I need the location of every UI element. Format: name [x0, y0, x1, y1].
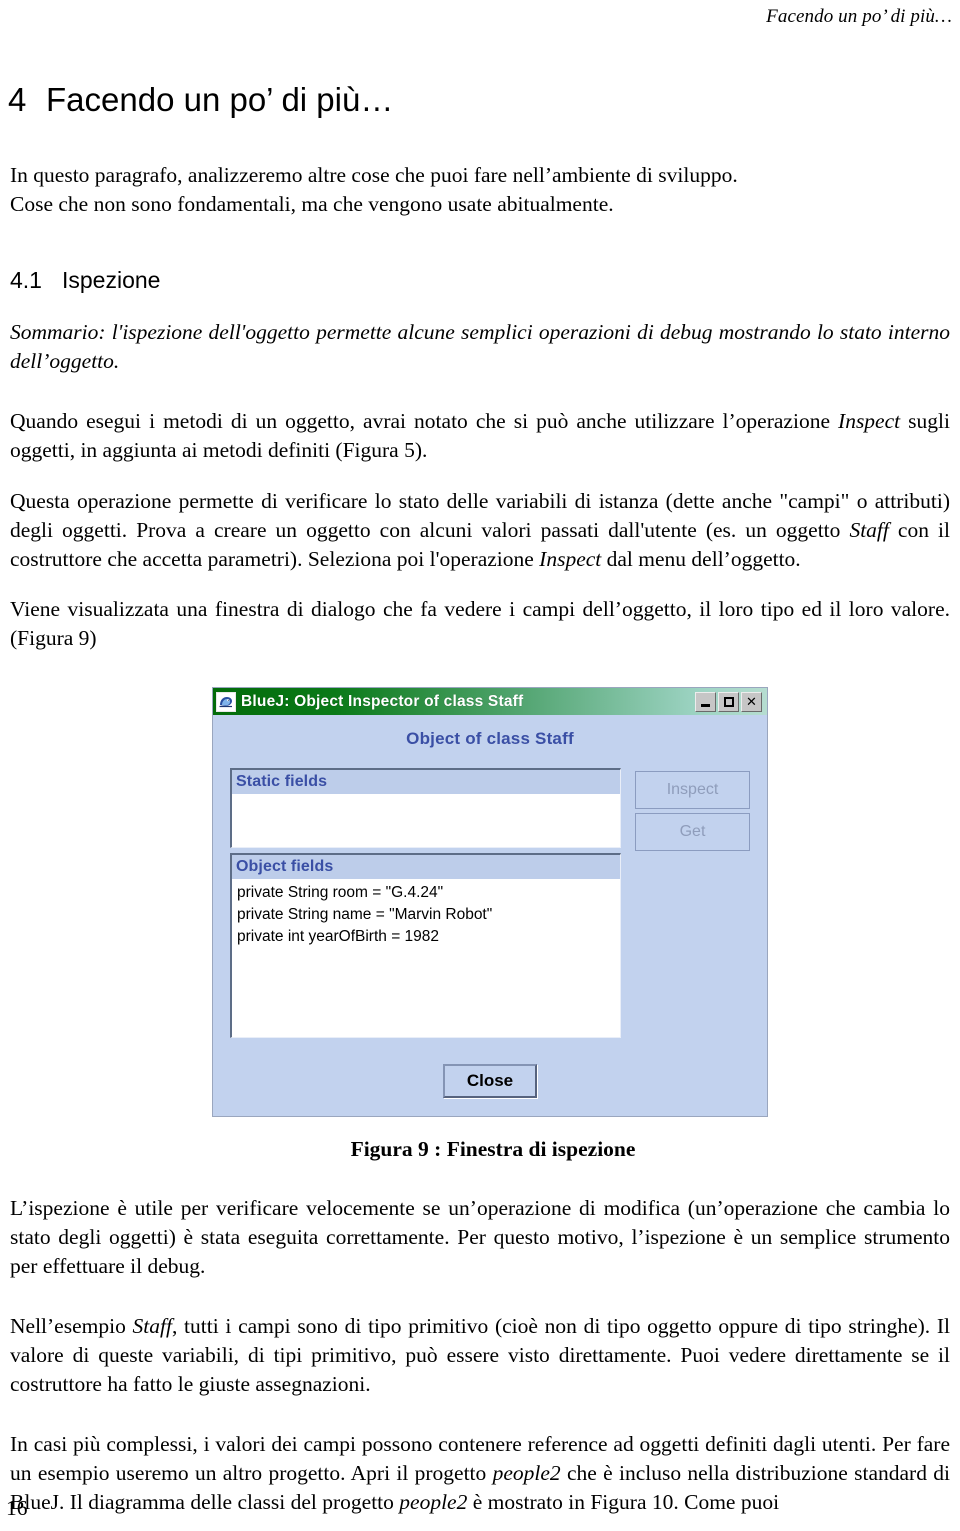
p2-text-c: dal menu dell’oggetto. — [601, 546, 801, 571]
minimize-icon[interactable] — [695, 691, 716, 712]
page-number: 16 — [6, 1496, 28, 1520]
body-paragraph-5: Nell’esempio Staff, tutti i campi sono d… — [10, 1312, 950, 1399]
p2-emphasis-staff: Staff — [849, 517, 889, 542]
p2-emphasis-inspect: Inspect — [539, 546, 602, 571]
intro-line-1: In questo paragrafo, analizzeremo altre … — [10, 163, 738, 187]
static-fields-panel: Static fields — [230, 768, 621, 848]
object-fields-header: Object fields — [232, 855, 620, 879]
close-icon[interactable]: ✕ — [741, 691, 762, 712]
section-title: Ispezione — [62, 267, 161, 293]
body-paragraph-1: Quando esegui i metodi di un oggetto, av… — [10, 407, 950, 465]
static-fields-header: Static fields — [232, 770, 620, 794]
p1-text-a: Quando esegui i metodi di un oggetto, av… — [10, 409, 839, 433]
field-row[interactable]: private int yearOfBirth = 1982 — [237, 926, 620, 948]
section-summary: Sommario: l'ispezione dell'oggetto perme… — [10, 320, 950, 373]
window-controls: ✕ — [695, 691, 764, 712]
p1-emphasis-inspect: Inspect — [838, 409, 901, 433]
chapter-title: Facendo un po’ di più… — [46, 81, 394, 118]
body-paragraph-2: Questa operazione permette di verificare… — [10, 487, 950, 574]
p2-text-a: Questa operazione permette di verificare… — [10, 488, 950, 542]
field-row[interactable]: private String name = "Marvin Robot" — [237, 904, 620, 926]
maximize-icon[interactable] — [718, 691, 739, 712]
p5-emphasis-staff: Staff — [132, 1314, 172, 1338]
body-paragraph-4: L’ispezione è utile per verificare veloc… — [10, 1196, 950, 1278]
close-button[interactable]: Close — [443, 1064, 537, 1098]
p6-emphasis-people2-a: people2 — [492, 1461, 561, 1485]
section-heading: 4.1 Ispezione — [10, 266, 954, 294]
intro-paragraph: In questo paragrafo, analizzeremo altre … — [10, 161, 954, 219]
object-fields-panel: Object fields private String room = "G.4… — [230, 853, 621, 1038]
section-number: 4.1 — [10, 267, 42, 293]
body-paragraph-3: Viene visualizzata una finestra di dialo… — [10, 597, 950, 650]
bluej-object-inspector-window: BlueJ: Object Inspector of class Staff ✕… — [212, 687, 768, 1117]
p6-emphasis-people2-b: people2 — [399, 1490, 468, 1514]
p6-text-c: è mostrato in Figura 10. Come puoi — [467, 1490, 780, 1514]
fields-panels: Static fields Object fields private Stri… — [230, 768, 621, 1038]
action-buttons: Inspect Get — [635, 768, 750, 851]
field-row[interactable]: private String room = "G.4.24" — [237, 882, 620, 904]
static-fields-list[interactable] — [232, 794, 620, 847]
bluej-logo-icon — [216, 691, 236, 712]
running-header: Facendo un po’ di più… — [766, 6, 952, 27]
window-titlebar[interactable]: BlueJ: Object Inspector of class Staff ✕ — [213, 688, 767, 715]
body-paragraph-6: In casi più complessi, i valori dei camp… — [10, 1430, 950, 1517]
inspect-button[interactable]: Inspect — [635, 771, 750, 809]
object-fields-list[interactable]: private String room = "G.4.24" private St… — [232, 879, 620, 1037]
get-button[interactable]: Get — [635, 813, 750, 851]
chapter-number: 4 — [8, 81, 27, 118]
figure-caption: Figura 9 : Finestra di ispezione — [350, 1137, 636, 1161]
document-page: Facendo un po’ di più… 4 Facendo un po’ d… — [0, 0, 960, 1531]
intro-line-2: Cose che non sono fondamentali, ma che v… — [10, 192, 614, 216]
fields-and-actions-row: Static fields Object fields private Stri… — [230, 768, 750, 1038]
dialog-body: Object of class Staff Static fields Obje… — [213, 715, 767, 1116]
window-title-text: BlueJ: Object Inspector of class Staff — [241, 692, 524, 710]
chapter-heading: 4 Facendo un po’ di più… — [8, 81, 954, 119]
p5-text-a: Nell’esempio — [10, 1314, 133, 1338]
object-class-title: Object of class Staff — [406, 729, 574, 748]
figure-9-image: BlueJ: Object Inspector of class Staff ✕… — [6, 687, 954, 1117]
close-button-row: Close — [230, 1064, 750, 1098]
